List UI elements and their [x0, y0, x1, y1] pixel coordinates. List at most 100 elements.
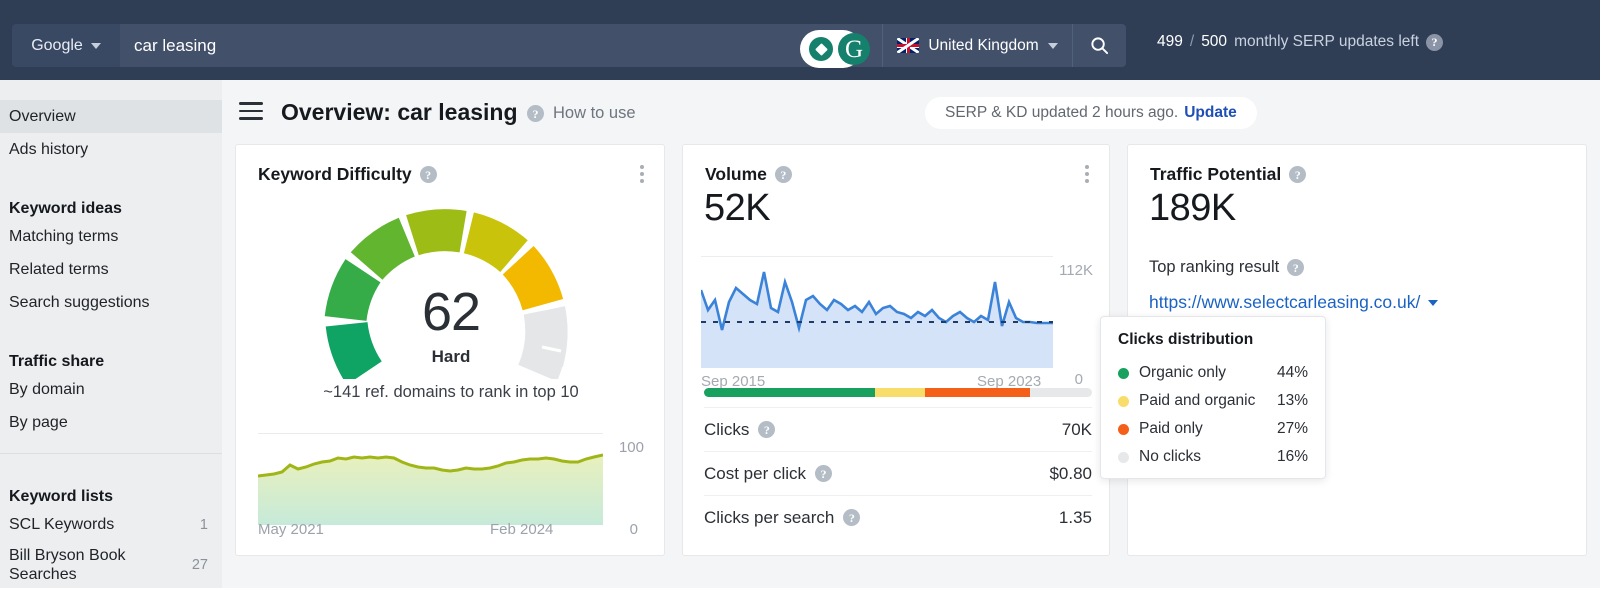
metric-label-text: Clicks per search: [704, 507, 835, 527]
help-icon[interactable]: ?: [815, 465, 833, 482]
help-icon[interactable]: ?: [1426, 33, 1444, 51]
sidebar-item-ads-history[interactable]: Ads history: [0, 133, 222, 166]
search-volume-history-chart: 112K 0 Sep 2015 Sep 2023: [701, 250, 1093, 390]
card-title: Traffic Potential ?: [1150, 164, 1307, 185]
dist-segment-paid-only: [925, 388, 1030, 397]
kd-axis-max: 100: [618, 439, 644, 456]
metric-label-clicks-per-search: Clicks per search ?: [704, 507, 861, 528]
traffic-potential-value: 189K: [1149, 187, 1236, 229]
keyword-difficulty-gauge: 62 Hard: [301, 189, 601, 385]
legend-value-paid-and-organic: 13%: [1276, 392, 1308, 409]
search-button[interactable]: [1072, 24, 1126, 67]
sidebar-item-count: 27: [191, 557, 208, 574]
top-ranking-label-text: Top ranking result: [1149, 258, 1280, 276]
tooltip-row: No clicks 16%: [1118, 443, 1308, 471]
legend-label-paid-and-organic: Paid and organic: [1139, 392, 1256, 409]
card-title-label: Volume: [705, 164, 767, 184]
dist-segment-no-clicks: [1029, 388, 1092, 397]
update-button[interactable]: Update: [1184, 104, 1237, 122]
card-title-label: Keyword Difficulty: [258, 164, 412, 184]
uk-flag-icon: [897, 38, 920, 53]
keyword-difficulty-card: Keyword Difficulty ? 62 Hard ~141 ref. d…: [235, 144, 665, 556]
metric-label-text: Cost per click: [704, 463, 807, 483]
search-engine-label: Google: [31, 36, 83, 54]
menu-toggle-icon[interactable]: [239, 102, 263, 120]
legend-value-paid-only: 27%: [1276, 420, 1308, 437]
metric-row: Clicks per search ? 1.35: [704, 495, 1092, 539]
keyword-search-input[interactable]: [120, 24, 882, 67]
help-icon[interactable]: ?: [758, 421, 776, 438]
sidebar-item-matching-terms[interactable]: Matching terms: [0, 220, 222, 253]
sidebar-item-bill-bryson-book-searches[interactable]: Bill Bryson Book Searches 27: [0, 541, 222, 591]
sidebar-item-search-suggestions[interactable]: Search suggestions: [0, 286, 222, 319]
sidebar-item-overview[interactable]: Overview: [0, 100, 222, 133]
card-title: Volume ?: [705, 164, 792, 185]
sidebar-item-by-domain[interactable]: By domain: [0, 373, 222, 406]
sidebar-heading-traffic-share: Traffic share: [0, 339, 222, 373]
sidebar-item-label: Overview: [9, 107, 76, 125]
country-label: United Kingdom: [928, 36, 1039, 54]
sidebar-item-label: Ads history: [9, 140, 89, 158]
volume-value: 52K: [704, 187, 771, 229]
sidebar-heading-label: Traffic share: [9, 353, 105, 370]
legend-label-paid-only: Paid only: [1139, 420, 1203, 437]
card-title: Keyword Difficulty ?: [258, 164, 437, 185]
grammarly-icon[interactable]: G: [838, 33, 870, 65]
legend-label-no-clicks: No clicks: [1139, 448, 1202, 465]
serp-quota: 499 / 500 monthly SERP updates left ?: [1157, 33, 1444, 51]
sidebar-item-label: Bill Bryson Book Searches: [9, 547, 126, 583]
metric-label-clicks: Clicks ?: [704, 420, 776, 440]
volume-card: Volume ? 52K 112K 0 Sep 2015 Sep 2023 Cl…: [682, 144, 1110, 556]
clicks-distribution-bar[interactable]: [704, 388, 1092, 397]
sidebar-item-label: Related terms: [9, 260, 109, 278]
clicks-distribution-tooltip: Clicks distribution Organic only 44% Pai…: [1100, 316, 1326, 479]
legend-dot-no-clicks: [1118, 451, 1129, 463]
metric-label-cost-per-click: Cost per click ?: [704, 463, 833, 484]
help-icon[interactable]: ?: [1287, 259, 1305, 276]
how-to-use-link[interactable]: ? How to use: [527, 104, 636, 123]
sidebar-item-label: By page: [9, 413, 68, 431]
kd-axis-end: Feb 2024: [490, 521, 554, 538]
quota-used: 499: [1157, 33, 1183, 50]
help-icon[interactable]: ?: [774, 166, 792, 183]
help-icon[interactable]: ?: [843, 509, 861, 526]
page-title: Overview: car leasing: [281, 99, 518, 125]
sidebar-item-scl-keywords[interactable]: SCL Keywords 1: [0, 508, 222, 541]
gem-icon[interactable]: [809, 37, 833, 61]
country-select[interactable]: United Kingdom: [882, 24, 1072, 67]
sidebar-item-by-page[interactable]: By page: [0, 406, 222, 439]
page-header: Overview: car leasing ? How to use SERP …: [222, 80, 1600, 145]
gauge-label: Hard: [431, 347, 471, 366]
dist-segment-organic-only: [704, 388, 875, 397]
keyword-difficulty-history-chart: 100 0 May 2021 Feb 2024: [258, 423, 644, 538]
chevron-down-icon[interactable]: [1428, 299, 1439, 306]
card-menu-button[interactable]: [640, 165, 644, 183]
metric-row: Clicks ? 70K: [704, 407, 1092, 451]
chevron-down-icon: [1047, 42, 1058, 49]
tooltip-row: Organic only 44%: [1118, 359, 1308, 387]
top-ranking-result-url[interactable]: https://www.selectcarleasing.co.uk/: [1149, 292, 1439, 313]
help-icon: ?: [527, 105, 544, 122]
help-icon[interactable]: ?: [419, 166, 437, 183]
legend-value-organic-only: 44%: [1276, 364, 1308, 381]
volume-axis-max: 112K: [1059, 262, 1093, 279]
top-ranking-result-label: Top ranking result ?: [1149, 258, 1305, 277]
sidebar: Overview Ads history Keyword ideas Match…: [0, 80, 222, 588]
metric-value-clicks: 70K: [1061, 419, 1092, 439]
sidebar-heading-keyword-lists: Keyword lists: [0, 474, 222, 508]
sidebar-heading-label: Keyword ideas: [9, 200, 122, 217]
legend-label-organic-only: Organic only: [1139, 364, 1227, 381]
sidebar-item-related-terms[interactable]: Related terms: [0, 253, 222, 286]
top-ranking-url-text: https://www.selectcarleasing.co.uk/: [1149, 292, 1421, 312]
sidebar-item-label: Search suggestions: [9, 293, 150, 311]
card-menu-button[interactable]: [1085, 165, 1089, 183]
top-bar: Google United Kingdom G 499 / 500 monthl…: [0, 0, 1600, 80]
help-icon[interactable]: ?: [1289, 166, 1307, 183]
search-engine-select[interactable]: Google: [12, 24, 120, 67]
volume-sparkline: [701, 271, 1053, 368]
kd-subtitle: ~141 ref. domains to rank in top 10: [323, 383, 579, 401]
serp-update-banner: SERP & KD updated 2 hours ago. Update: [925, 97, 1257, 129]
grammarly-badge[interactable]: G: [800, 30, 882, 68]
